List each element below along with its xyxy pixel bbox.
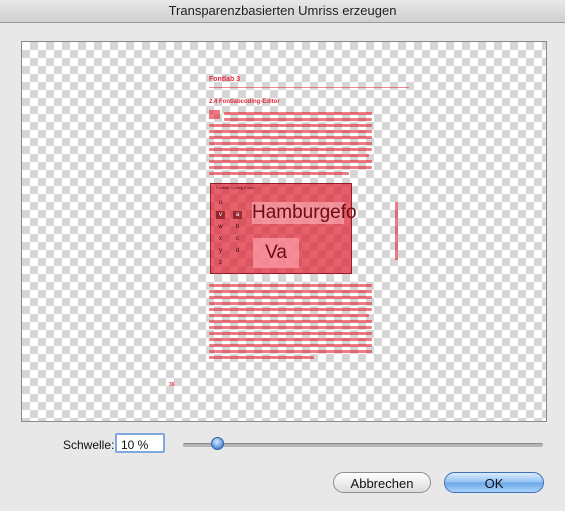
- preview-text-line: [224, 118, 372, 121]
- threshold-label: Schwelle:: [63, 438, 115, 452]
- preview-text-line: [209, 166, 372, 169]
- cancel-button[interactable]: Abbrechen: [333, 472, 431, 493]
- preview-text-line: [209, 142, 372, 145]
- preview-letter: u: [218, 200, 223, 206]
- preview-chapter-heading: Fontlab 3: [209, 76, 241, 83]
- preview-text-line: [209, 350, 372, 353]
- preview-text-line: [209, 320, 372, 323]
- preview-text-line: [209, 136, 372, 139]
- preview-text-line: [209, 148, 372, 151]
- preview-text-line: [209, 296, 372, 299]
- preview-text-line: [209, 154, 369, 157]
- preview-text-line: [209, 124, 372, 127]
- preview-text-line: [209, 308, 372, 311]
- threshold-slider[interactable]: [183, 443, 543, 447]
- outline-preview: Fontlab 3 2.4 Fontlabcoding-Editor Fontl…: [21, 41, 547, 422]
- preview-letter: c: [236, 236, 239, 242]
- preview-text-line: [209, 284, 372, 287]
- preview-text-line: [209, 302, 372, 305]
- window-title: Transparenzbasierten Umriss erzeugen: [168, 3, 397, 18]
- preview-side-note: [395, 202, 398, 260]
- preview-letter: a: [233, 211, 242, 219]
- ok-button[interactable]: OK: [444, 472, 544, 493]
- preview-text-line: [209, 332, 372, 335]
- threshold-input[interactable]: 10 %: [115, 433, 165, 453]
- preview-page-number: 36: [169, 382, 175, 388]
- threshold-slider-knob[interactable]: [211, 437, 224, 450]
- preview-text-line: [209, 130, 372, 133]
- preview-text-line: [209, 290, 372, 293]
- preview-text-line: [224, 112, 372, 115]
- preview-text-line: [209, 172, 349, 175]
- preview-panel-title: Fontlab Coding Editor: [216, 185, 255, 190]
- preview-letter: x: [219, 236, 222, 242]
- preview-letter: z: [219, 260, 222, 266]
- preview-letter: w: [218, 224, 223, 230]
- preview-letter: d: [235, 248, 240, 254]
- preview-text-line: [209, 356, 314, 359]
- preview-section-heading: 2.4 Fontlabcoding-Editor: [209, 99, 280, 105]
- preview-sample-glyph: Va: [253, 238, 299, 268]
- preview-dialog-panel: Fontlab Coding Editor u v w x y z a b c …: [210, 183, 357, 274]
- preview-icon-box: [209, 110, 220, 119]
- preview-text-line: [209, 338, 372, 341]
- preview-text-line: [209, 160, 372, 163]
- preview-text-line: [209, 326, 372, 329]
- preview-rule: [209, 87, 409, 88]
- preview-letter: v: [216, 211, 225, 219]
- preview-sample-word: Hamburgefo: [252, 202, 357, 224]
- preview-letter: b: [235, 224, 240, 230]
- preview-letter: y: [219, 248, 222, 254]
- preview-text-line: [209, 314, 369, 317]
- preview-text-line: [209, 344, 372, 347]
- window-title-bar: Transparenzbasierten Umriss erzeugen: [0, 0, 565, 23]
